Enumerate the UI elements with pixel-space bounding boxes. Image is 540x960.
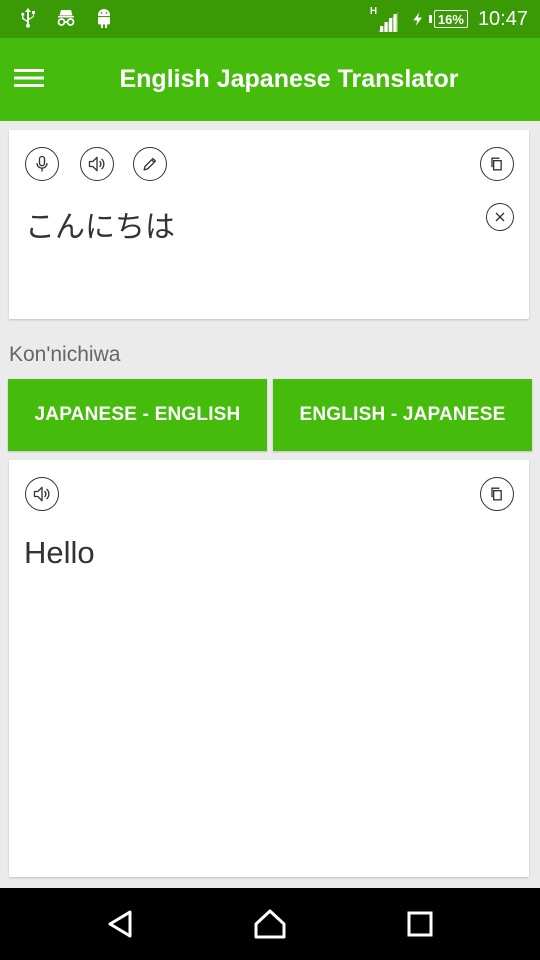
- clear-icon: [495, 212, 505, 222]
- copy-icon: [491, 487, 502, 501]
- status-bar: H 16% 10:47: [0, 0, 540, 38]
- battery-group: 16%: [410, 9, 468, 29]
- microphone-icon: [36, 155, 48, 172]
- speaker-icon: [33, 486, 50, 502]
- battery-tip: [428, 15, 432, 23]
- translated-text: Hello: [24, 535, 95, 570]
- transliteration-text: Kon'nichiwa: [9, 343, 121, 366]
- status-right-icons: H 16% 10:47: [370, 0, 528, 38]
- battery-percentage: 16%: [437, 11, 464, 27]
- signal-icon: H: [370, 4, 400, 34]
- home-icon[interactable]: [252, 906, 288, 942]
- incognito-icon: [57, 10, 75, 26]
- android-icon: [98, 9, 110, 28]
- back-icon[interactable]: [102, 906, 138, 942]
- pencil-icon: [143, 157, 157, 171]
- navigation-bar: [0, 888, 540, 960]
- source-copy-button[interactable]: [480, 147, 514, 181]
- copy-icon: [491, 157, 502, 171]
- status-left-icons: [16, 6, 116, 30]
- target-copy-button[interactable]: [480, 477, 514, 511]
- charging-icon: [413, 12, 422, 26]
- japanese-english-button[interactable]: JAPANESE - ENGLISH: [8, 379, 267, 451]
- status-time: 10:47: [477, 7, 528, 30]
- source-text[interactable]: こんにちは: [25, 202, 175, 246]
- recents-icon[interactable]: [402, 906, 438, 942]
- source-speaker-button[interactable]: [80, 147, 114, 181]
- target-speaker-button[interactable]: [25, 477, 59, 511]
- battery-icon: 16%: [433, 10, 468, 28]
- speaker-icon: [88, 156, 105, 172]
- source-card: こんにちは: [9, 130, 529, 319]
- english-japanese-button[interactable]: ENGLISH - JAPANESE: [273, 379, 532, 451]
- microphone-button[interactable]: [25, 147, 59, 181]
- app-bar: English Japanese Translator: [0, 38, 540, 121]
- usb-icon: [21, 8, 35, 28]
- edit-button[interactable]: [133, 147, 167, 181]
- app-title: English Japanese Translator: [119, 65, 459, 93]
- target-card: Hello: [9, 460, 529, 877]
- clear-button[interactable]: [486, 203, 514, 231]
